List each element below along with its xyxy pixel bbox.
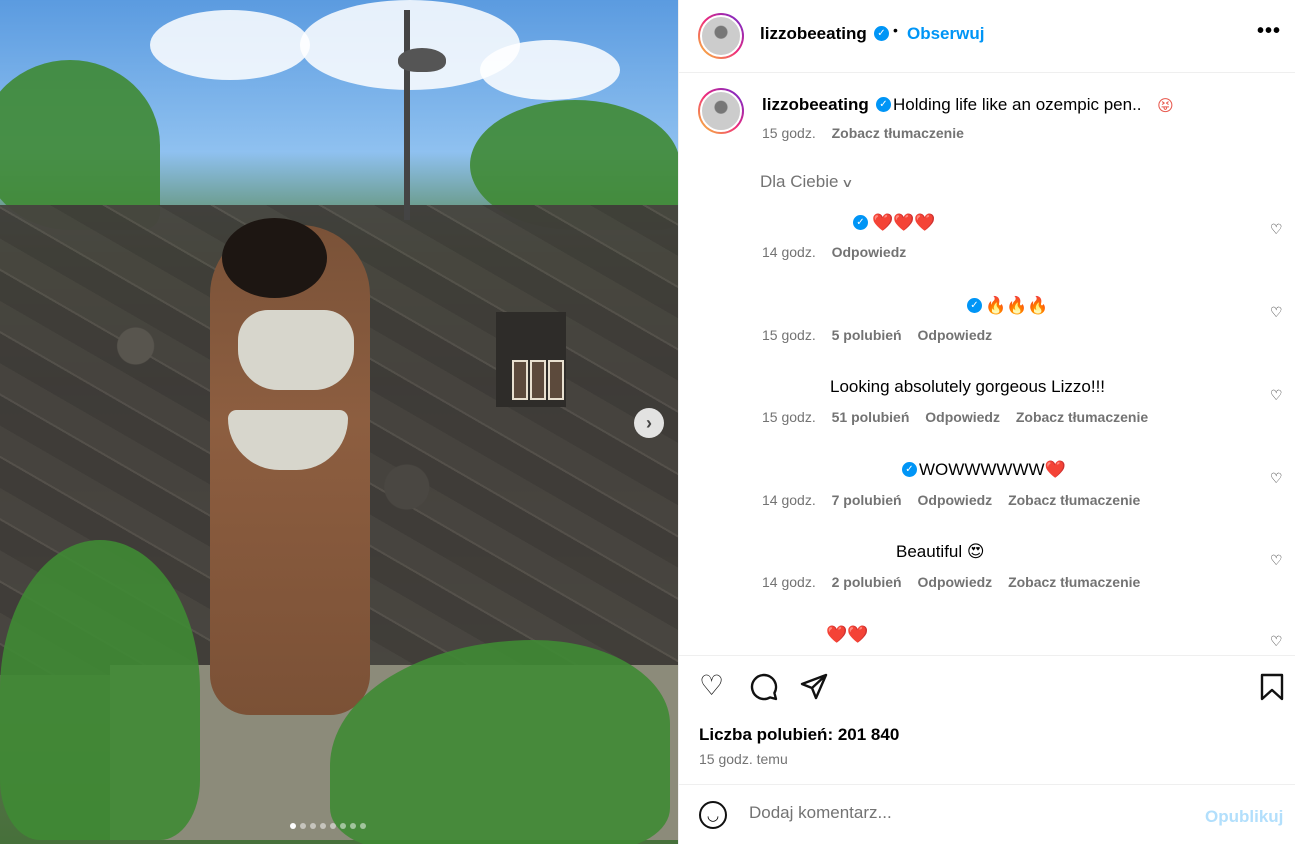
comment-meta: 14 godz. 7 polubień Odpowiedz Zobacz tłu… <box>762 492 1152 508</box>
caption-avatar[interactable] <box>698 88 744 134</box>
comment-time: 14 godz. <box>762 244 816 260</box>
comment-text: WOWWWWWW❤️ <box>919 460 1066 479</box>
comment-time: 15 godz. <box>762 409 816 425</box>
action-bar: ♡ Liczba polubień: 201 840 15 godz. temu <box>679 655 1295 785</box>
translate-link[interactable]: Zobacz tłumaczenie <box>832 125 964 141</box>
shower-pipe <box>404 10 410 220</box>
translate-link[interactable]: Zobacz tłumaczenie <box>1016 409 1148 425</box>
person <box>210 225 370 715</box>
heart-icon[interactable]: ♡ <box>1270 221 1283 238</box>
carousel-dot <box>360 823 366 829</box>
comment-input[interactable] <box>749 803 1189 823</box>
comment-likes[interactable]: 2 polubień <box>832 574 902 590</box>
comment-meta: 14 godz. Odpowiedz <box>762 244 918 260</box>
translate-link[interactable]: Zobacz tłumaczenie <box>1008 492 1140 508</box>
follow-button[interactable]: Obserwuj <box>907 24 984 44</box>
emoji-icon[interactable]: ◡ <box>699 801 727 829</box>
comment-likes[interactable]: 5 polubień <box>832 327 902 343</box>
bottle <box>548 360 564 400</box>
heart-icon[interactable]: ♡ <box>1270 552 1283 569</box>
shower-head <box>398 48 446 72</box>
verified-icon: ✓ <box>876 97 891 112</box>
publish-button[interactable]: Opublikuj <box>1205 807 1283 827</box>
author-avatar[interactable] <box>698 13 744 59</box>
reply-button[interactable]: Odpowiedz <box>925 409 1000 425</box>
caption-meta: 15 godz. Zobacz tłumaczenie <box>762 125 964 141</box>
post-image[interactable]: › <box>0 0 678 844</box>
comment-text: Looking absolutely gorgeous Lizzo!!! <box>830 377 1106 396</box>
post-details-panel: lizzobeeating ✓ • Obserwuj ••• lizzobeea… <box>678 0 1295 844</box>
author-username[interactable]: lizzobeeating <box>760 24 867 44</box>
caption-emoji: 😝 <box>1157 98 1174 115</box>
bottle <box>512 360 528 400</box>
comment-text: ❤️❤️❤️ <box>872 213 936 232</box>
comment-icon[interactable] <box>749 672 779 707</box>
sort-label: Dla Ciebie <box>760 172 839 191</box>
carousel-dots <box>290 823 366 829</box>
comment-text: ❤️❤️ <box>826 625 869 644</box>
verified-icon: ✓ <box>902 462 917 477</box>
heart-icon[interactable]: ♡ <box>1270 387 1283 404</box>
comment-meta: 15 godz. 5 polubień Odpowiedz <box>762 327 1004 343</box>
reply-button[interactable]: Odpowiedz <box>918 327 993 343</box>
translate-link[interactable]: Zobacz tłumaczenie <box>1008 574 1140 590</box>
carousel-dot <box>300 823 306 829</box>
carousel-dot <box>310 823 316 829</box>
comment-time: 14 godz. <box>762 492 816 508</box>
caption-username[interactable]: lizzobeeating <box>762 95 869 115</box>
likes-count[interactable]: Liczba polubień: 201 840 <box>699 725 899 745</box>
comment-likes[interactable]: 51 polubień <box>832 409 910 425</box>
swimsuit-top <box>238 310 354 390</box>
carousel-dot <box>320 823 326 829</box>
heart-icon[interactable]: ♡ <box>699 672 724 700</box>
comment-text: 🔥🔥🔥 <box>985 296 1049 315</box>
bookmark-icon[interactable] <box>1259 672 1285 707</box>
verified-icon: ✓ <box>967 298 982 313</box>
post-time: 15 godz. temu <box>699 751 788 767</box>
comment-sort-dropdown[interactable]: Dla Ciebie ∨ <box>760 172 854 192</box>
caption-text: Holding life like an ozempic pen.. <box>893 95 1142 114</box>
verified-icon: ✓ <box>874 26 889 41</box>
heart-icon[interactable]: ♡ <box>1270 633 1283 650</box>
comment-text: Beautiful 😍 <box>896 542 985 561</box>
reply-button[interactable]: Odpowiedz <box>918 574 993 590</box>
reply-button[interactable]: Odpowiedz <box>832 244 907 260</box>
share-icon[interactable] <box>799 672 829 707</box>
separator: • <box>893 22 898 38</box>
verified-icon: ✓ <box>853 215 868 230</box>
comment-time: 14 godz. <box>762 574 816 590</box>
carousel-dot <box>350 823 356 829</box>
more-icon[interactable]: ••• <box>1257 20 1281 43</box>
cloud <box>480 40 620 100</box>
hair <box>222 218 327 298</box>
comment-likes[interactable]: 7 polubień <box>832 492 902 508</box>
heart-icon[interactable]: ♡ <box>1270 304 1283 321</box>
add-comment-bar: ◡ Opublikuj <box>679 784 1295 844</box>
heart-icon[interactable]: ♡ <box>1270 470 1283 487</box>
next-image-button[interactable]: › <box>634 408 664 438</box>
fern <box>0 540 200 840</box>
comment-time: 15 godz. <box>762 327 816 343</box>
carousel-dot <box>290 823 296 829</box>
comment-meta: 15 godz. 51 polubień Odpowiedz Zobacz tł… <box>762 409 1160 425</box>
carousel-dot <box>340 823 346 829</box>
cloud <box>150 10 310 80</box>
comment-meta: 14 godz. 2 polubień Odpowiedz Zobacz tłu… <box>762 574 1152 590</box>
reply-button[interactable]: Odpowiedz <box>918 492 993 508</box>
post-header: lizzobeeating ✓ • Obserwuj ••• <box>679 0 1295 73</box>
carousel-dot <box>330 823 336 829</box>
bottle <box>530 360 546 400</box>
chevron-right-icon: › <box>646 412 652 433</box>
chevron-down-icon: ∨ <box>841 176 854 190</box>
caption-time: 15 godz. <box>762 125 816 141</box>
